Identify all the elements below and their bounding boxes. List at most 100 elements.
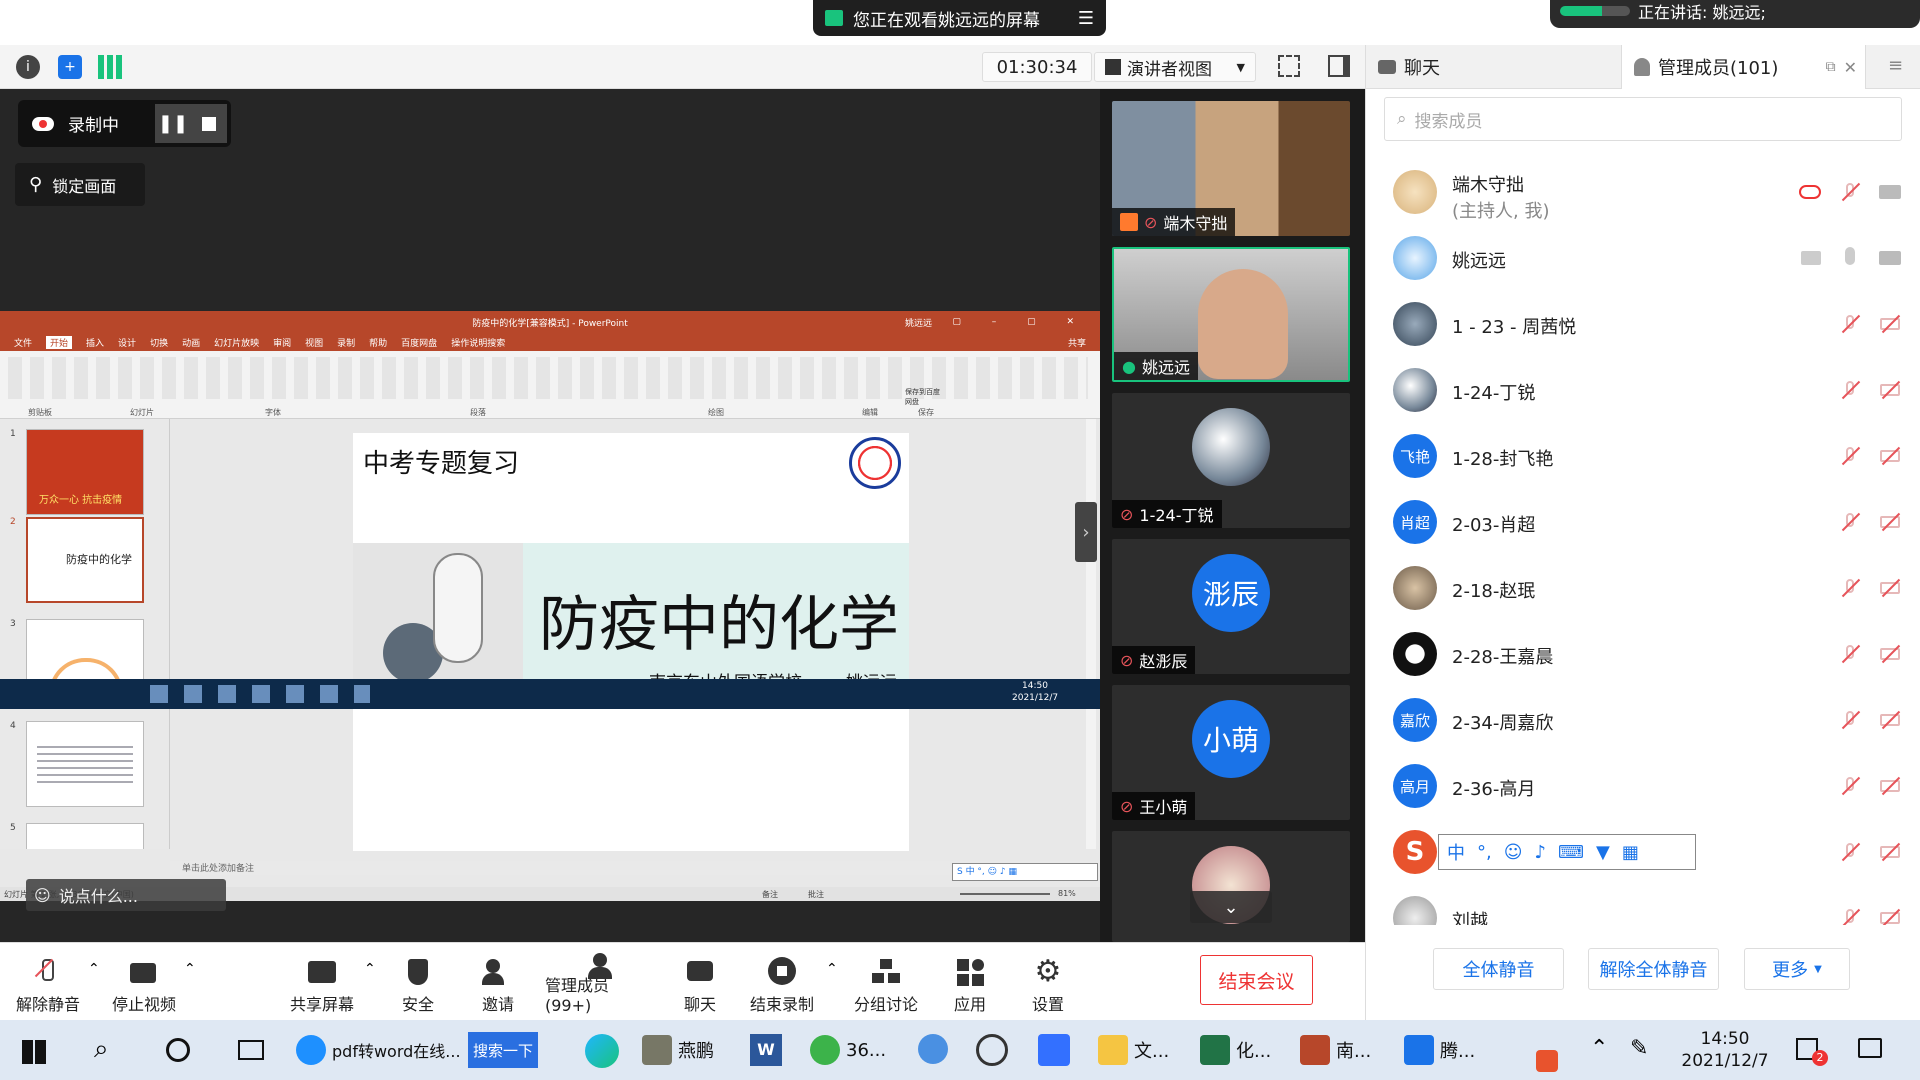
lock-screen-button[interactable]: ⚲ 锁定画面: [15, 163, 145, 206]
ppt-menu-11[interactable]: 百度网盘: [401, 336, 437, 349]
taskbar-tencent-meeting[interactable]: 腾...: [1404, 1032, 1475, 1068]
mic-muted-icon[interactable]: [1839, 445, 1861, 467]
tab-members[interactable]: 管理成员(101) ⧉ ✕: [1621, 45, 1866, 89]
taskbar-yanpeng[interactable]: 燕鹏: [642, 1032, 714, 1068]
ppt-menu-8[interactable]: 视图: [305, 336, 323, 349]
member-row[interactable]: 飞艳 1-28-封飞艳: [1366, 423, 1920, 489]
mic-muted-icon[interactable]: [1839, 577, 1861, 599]
ppt-menu-0[interactable]: 文件: [14, 336, 32, 349]
member-search-input[interactable]: ⌕ 搜索成员: [1384, 97, 1902, 141]
camera-off-icon[interactable]: [1879, 313, 1901, 335]
taskbar-excel[interactable]: 化...: [1200, 1032, 1271, 1068]
mic-muted-icon[interactable]: [1839, 181, 1861, 203]
mic-muted-icon[interactable]: [1839, 709, 1861, 731]
video-tile[interactable]: ⊘ 1-24-丁锐: [1112, 393, 1350, 528]
taskbar-360[interactable]: 36...: [810, 1032, 886, 1068]
ppt-menu-3[interactable]: 设计: [118, 336, 136, 349]
ppt-window-controls[interactable]: ▢ – ▢ ✕: [952, 317, 1088, 327]
search-icon[interactable]: ⌕: [94, 1034, 109, 1065]
action-center-icon[interactable]: [1858, 1038, 1882, 1058]
system-clock[interactable]: 14:50 2021/12/7: [1665, 1028, 1785, 1072]
unmute-all-button[interactable]: 解除全体静音: [1588, 948, 1719, 990]
member-row[interactable]: 高月 2-36-高月: [1366, 753, 1920, 819]
video-tile[interactable]: ⊘ 端木守拙: [1112, 101, 1350, 236]
slide-thumbnail-2[interactable]: 防疫中的化学: [26, 517, 144, 603]
mic-muted-icon[interactable]: [1839, 313, 1861, 335]
info-icon[interactable]: i: [16, 55, 40, 79]
settings-button[interactable]: ⚙ 设置: [1000, 951, 1096, 1015]
pen-icon[interactable]: ✎: [1630, 1036, 1648, 1061]
camera-off-icon[interactable]: [1879, 511, 1901, 533]
invite-button[interactable]: 邀请: [450, 951, 546, 1015]
stop-recording-button[interactable]: [191, 104, 227, 143]
ppt-menu-2[interactable]: 插入: [86, 336, 104, 349]
word-icon[interactable]: W: [750, 1034, 782, 1066]
video-tile[interactable]: 小萌 ⊘ 王小萌: [1112, 685, 1350, 820]
camera-off-icon[interactable]: [1879, 379, 1901, 401]
mic-muted-icon[interactable]: [1839, 775, 1861, 797]
status-comments[interactable]: 批注: [808, 889, 824, 900]
end-meeting-button[interactable]: 结束会议: [1200, 955, 1313, 1005]
camera-icon[interactable]: [1879, 185, 1901, 199]
ppt-menu-6[interactable]: 幻灯片放映: [214, 336, 259, 349]
popout-icon[interactable]: ⧉: [1826, 59, 1836, 75]
mute-all-button[interactable]: 全体静音: [1433, 948, 1564, 990]
chevron-up-icon[interactable]: ⌃: [184, 961, 196, 977]
ppt-scrollbar[interactable]: [1086, 419, 1096, 849]
pause-recording-button[interactable]: ❚❚: [155, 104, 191, 143]
member-row[interactable]: 端木守拙 (主持人, 我): [1366, 159, 1920, 225]
slide-thumbnail-4[interactable]: [26, 721, 144, 807]
mic-icon[interactable]: [1845, 247, 1855, 265]
cortana-icon[interactable]: [166, 1038, 190, 1062]
camera-off-icon[interactable]: [1879, 643, 1901, 665]
ppt-menu-5[interactable]: 动画: [182, 336, 200, 349]
manage-members-button[interactable]: 管理成员(99+): [545, 951, 655, 1015]
panel-menu-icon[interactable]: ≡: [1888, 55, 1903, 76]
member-row[interactable]: 肖超 2-03-肖超: [1366, 489, 1920, 555]
expand-side-arrow[interactable]: ›: [1075, 502, 1097, 562]
member-row[interactable]: 姚远远: [1366, 225, 1920, 291]
scroll-down-button[interactable]: ⌄: [1190, 891, 1272, 923]
taskbar-browser[interactable]: pdf转word在线...: [296, 1032, 461, 1068]
windows-start-icon[interactable]: [22, 1040, 46, 1064]
status-notes[interactable]: 备注: [762, 889, 778, 900]
member-row[interactable]: 2-28-王嘉晨: [1366, 621, 1920, 687]
member-row[interactable]: 2-18-赵珉: [1366, 555, 1920, 621]
mic-muted-icon[interactable]: [1839, 511, 1861, 533]
chevron-up-icon[interactable]: ⌃: [1590, 1036, 1608, 1061]
menu-icon[interactable]: ☰: [1078, 8, 1094, 29]
unmute-button[interactable]: 解除静音: [0, 951, 96, 1015]
slide-thumbnail-1[interactable]: 万众一心 抗击疫情: [26, 429, 144, 515]
taskbar-powerpoint[interactable]: 南...: [1300, 1032, 1371, 1068]
share-screen-button[interactable]: 共享屏幕: [274, 951, 370, 1015]
ppt-menu-9[interactable]: 录制: [337, 336, 355, 349]
mic-muted-icon[interactable]: [1839, 907, 1861, 925]
taskbar-folder[interactable]: 文...: [1098, 1032, 1169, 1068]
edge-icon[interactable]: [585, 1034, 619, 1068]
video-tile[interactable]: ⌄: [1112, 831, 1350, 942]
search-button[interactable]: 搜索一下: [468, 1032, 538, 1068]
signal-icon[interactable]: [98, 55, 122, 79]
camera-icon[interactable]: [1879, 251, 1901, 265]
member-row[interactable]: 1-24-丁锐: [1366, 357, 1920, 423]
mic-muted-icon[interactable]: [1839, 379, 1861, 401]
video-tile[interactable]: ● 姚远远: [1112, 247, 1350, 382]
camera-off-icon[interactable]: [1879, 775, 1901, 797]
stop-recording-button[interactable]: 结束录制: [734, 951, 830, 1015]
zoom-slider[interactable]: [960, 893, 1050, 895]
camera-off-icon[interactable]: [1879, 841, 1901, 863]
ppt-share[interactable]: 共享: [1068, 336, 1086, 349]
camera-off-icon[interactable]: [1879, 445, 1901, 467]
mic-muted-icon[interactable]: [1839, 643, 1861, 665]
slide-thumbnail-5[interactable]: [26, 823, 144, 849]
member-row[interactable]: 嘉欣 2-34-周嘉欣: [1366, 687, 1920, 753]
ime-toolbar[interactable]: 中 °, ☺ ♪ ⌨ ▼ ▦: [1438, 834, 1696, 870]
feishu-icon[interactable]: [1038, 1034, 1070, 1066]
mic-muted-icon[interactable]: [1839, 841, 1861, 863]
tab-chat[interactable]: 聊天: [1366, 45, 1621, 89]
camera-off-icon[interactable]: [1879, 907, 1901, 925]
more-button[interactable]: 更多 ▼: [1744, 948, 1850, 990]
chevron-up-icon[interactable]: ⌃: [826, 961, 838, 977]
video-tile[interactable]: 浵辰 ⊘ 赵浵辰: [1112, 539, 1350, 674]
shield-icon[interactable]: +: [58, 55, 82, 79]
